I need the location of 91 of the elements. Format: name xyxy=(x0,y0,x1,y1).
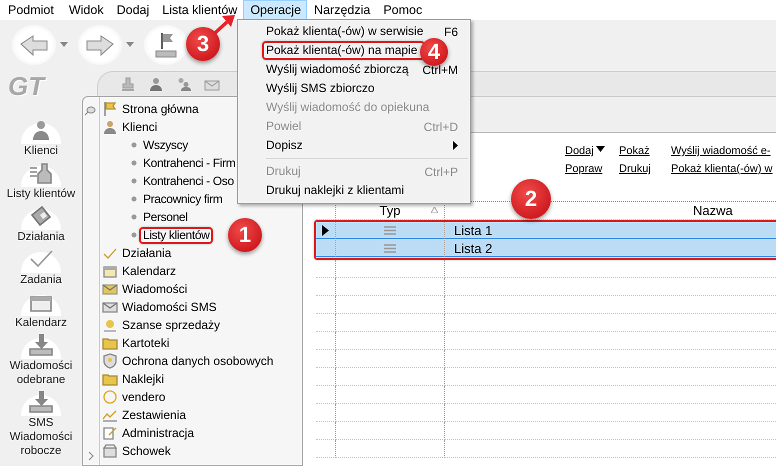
stamp-icon[interactable] xyxy=(120,76,136,92)
tree-item[interactable]: Wszyscy xyxy=(139,136,192,154)
forward-button[interactable] xyxy=(78,24,122,64)
list-icon xyxy=(384,226,396,234)
menu-item[interactable]: Wyślij SMS zbiorczo xyxy=(238,79,470,98)
ring-icon xyxy=(102,389,118,405)
table-cell xyxy=(316,296,336,314)
bullet-icon xyxy=(131,178,137,184)
shield-icon xyxy=(102,353,118,369)
menu-item[interactable]: Drukuj naklejki z klientami xyxy=(238,181,470,200)
person-icon xyxy=(102,119,118,135)
tree-item[interactable]: Schowek xyxy=(102,442,302,460)
table-cell xyxy=(316,422,336,440)
tree-item[interactable]: Listy klientów xyxy=(139,226,214,244)
nav-item[interactable]: Wiadomości odebrane xyxy=(2,332,80,387)
table-cell xyxy=(316,368,336,386)
tree-item[interactable]: Kontrahenci - Firm xyxy=(139,154,240,172)
table-cell: Lista 1 xyxy=(454,222,492,238)
tree-item[interactable]: Kalendarz xyxy=(102,262,302,280)
person-icon[interactable] xyxy=(148,76,164,92)
shortcut-label: Ctrl+D xyxy=(424,120,458,134)
coin-icon xyxy=(102,317,118,333)
tree-item[interactable]: Wiadomości SMS xyxy=(102,298,302,316)
nav-item[interactable]: Zadania xyxy=(2,246,80,287)
tree-item[interactable]: Szanse sprzedaży xyxy=(102,316,302,334)
tray-arrow-icon xyxy=(21,389,61,416)
tree-item[interactable]: Personel xyxy=(139,208,192,226)
table-cell: Lista 2 xyxy=(454,240,492,256)
bullet-icon xyxy=(131,214,137,220)
bullet-icon xyxy=(131,196,137,202)
menu-bar-item[interactable]: Lista klientów xyxy=(155,0,244,20)
action-link[interactable]: Dodaj xyxy=(565,144,619,158)
tree-item[interactable]: Zestawienia xyxy=(102,406,302,424)
shortcut-label: Ctrl+P xyxy=(424,164,458,178)
tree-item[interactable]: Kontrahenci - Oso xyxy=(139,172,238,190)
menu-bar-item[interactable]: Widok xyxy=(62,0,110,20)
tree-item[interactable]: Naklejki xyxy=(102,370,302,388)
menu-bar-item[interactable]: Operacje xyxy=(243,0,308,20)
table-cell xyxy=(316,386,336,404)
tree-item[interactable]: Wiadomości xyxy=(102,280,302,298)
bullet-icon xyxy=(131,142,137,148)
people-icon[interactable] xyxy=(176,76,192,92)
table-cell xyxy=(316,440,336,458)
step-badge: 3 xyxy=(186,27,220,61)
table-cell xyxy=(316,332,336,350)
action-link[interactable]: Pokaż klienta(-ów) w xyxy=(671,162,772,176)
nav-item[interactable]: Kalendarz xyxy=(2,289,80,330)
table-cell xyxy=(316,350,336,368)
tree-item[interactable]: Ochrona danych osobowych xyxy=(102,352,302,370)
caret-icon xyxy=(596,146,605,152)
list-icon xyxy=(21,160,61,187)
shortcut-label: F6 xyxy=(444,24,458,38)
bullet-icon xyxy=(131,232,137,238)
caret-icon[interactable] xyxy=(126,42,134,47)
note-icon xyxy=(102,425,118,441)
flag-icon xyxy=(102,101,118,117)
action-link[interactable]: Wyślij wiadomość e- xyxy=(671,144,772,158)
nav-item[interactable]: Listy klientów xyxy=(2,160,80,201)
nav-item[interactable]: Działania xyxy=(2,203,80,244)
arrow-icon xyxy=(85,34,115,56)
back-button[interactable] xyxy=(12,24,56,64)
flag-icon xyxy=(153,30,179,58)
nav-item[interactable]: Klienci xyxy=(2,117,80,158)
menu-item[interactable]: Pokaż klienta(-ów) w serwisie F6 xyxy=(238,22,470,41)
tree-item[interactable]: Administracja xyxy=(102,424,302,442)
table-cell xyxy=(316,278,336,296)
table-cell xyxy=(316,404,336,422)
table-cell xyxy=(316,260,336,278)
menu-bar-item[interactable]: Dodaj xyxy=(110,0,156,20)
box-icon xyxy=(102,443,118,459)
tree-item[interactable]: Pracownicy firm xyxy=(139,190,226,208)
menu-bar-item[interactable]: Podmiot xyxy=(1,0,60,20)
tray-arrow-icon xyxy=(21,332,61,359)
menu-bar-item[interactable]: Narzędzia xyxy=(307,0,376,20)
tree-item[interactable]: Kartoteki xyxy=(102,334,302,352)
chevron-icon[interactable] xyxy=(87,451,95,461)
action-link[interactable]: Drukuj xyxy=(619,162,671,176)
bullet-icon xyxy=(131,160,137,166)
table-cell xyxy=(316,314,336,332)
tree-item[interactable]: vendero xyxy=(102,388,302,406)
action-link[interactable]: Popraw xyxy=(565,162,619,176)
logo: GT xyxy=(7,70,47,103)
list-icon xyxy=(384,244,396,252)
menu-bar-item[interactable]: Pomoc xyxy=(376,0,428,20)
arrow-icon xyxy=(19,34,49,56)
sort-icon xyxy=(431,207,438,213)
menu-item[interactable]: Dopisz xyxy=(238,136,470,155)
action-link[interactable]: Pokaż xyxy=(619,144,671,158)
home-button[interactable] xyxy=(144,24,188,64)
caret-icon[interactable] xyxy=(60,42,68,47)
nav-item[interactable]: SMS Wiadomości robocze xyxy=(2,389,80,458)
